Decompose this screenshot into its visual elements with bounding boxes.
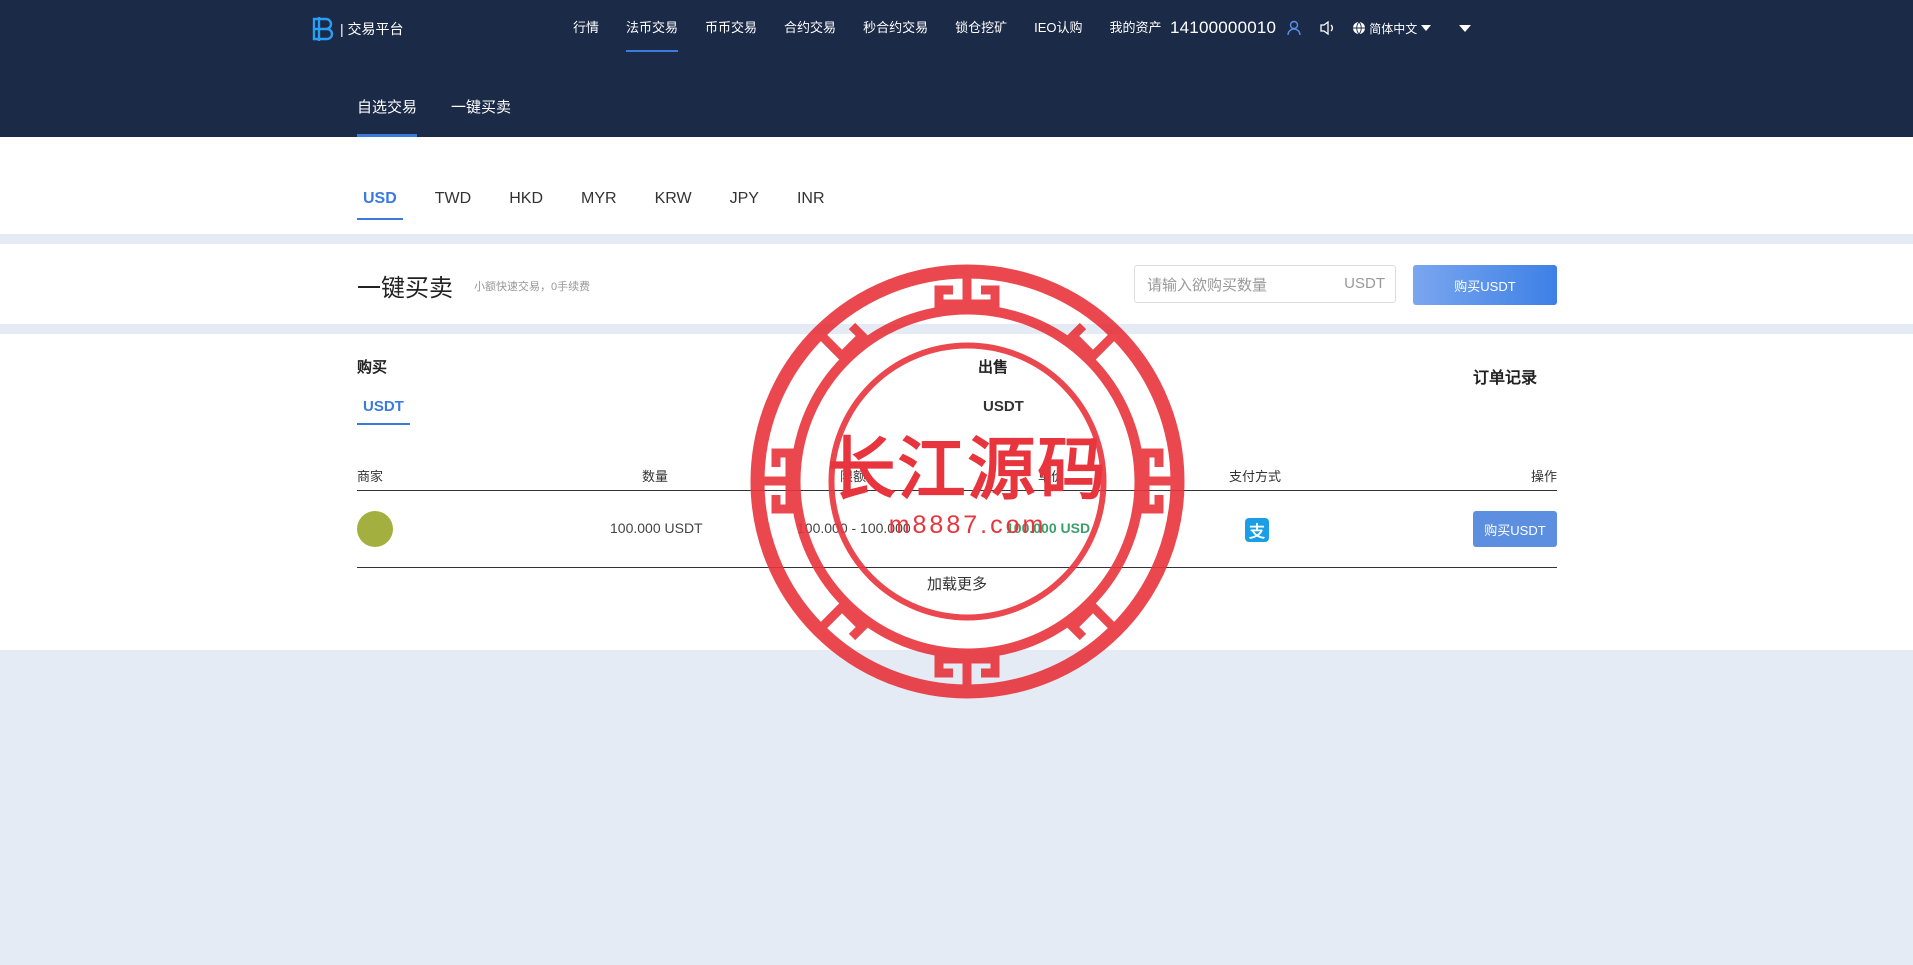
language-label: 简体中文 (1369, 21, 1418, 36)
language-selector[interactable]: 简体中文 (1352, 20, 1432, 37)
nav-ieo[interactable]: IEO认购 (1034, 0, 1082, 52)
main-nav: 行情 法币交易 币币交易 合约交易 秒合约交易 锁仓挖矿 IEO认购 我的资产 (573, 0, 1189, 52)
merchant-avatar[interactable] (357, 511, 393, 547)
col-payment: 支付方式 (1229, 469, 1282, 484)
tab-self-select-trade[interactable]: 自选交易 (357, 96, 418, 137)
quick-amount-input[interactable] (1145, 266, 1339, 304)
currency-tab-jpy[interactable]: JPY (724, 190, 765, 220)
brand-logo[interactable]: | 交易平台 (310, 15, 404, 43)
col-action: 操作 (1530, 469, 1557, 484)
quick-buy-button[interactable]: 购买USDT (1413, 265, 1557, 305)
col-quantity: 数量 (642, 469, 669, 484)
alipay-icon: 支 (1245, 518, 1269, 542)
market-panel: 购买 USDT 出售 USDT 订单记录 商家 数量 限额 单价 支付方式 操作… (0, 334, 1913, 650)
merchant-table: 商家 数量 限额 单价 支付方式 操作 100.000 USDT 100.000… (357, 464, 1557, 593)
account-phone[interactable]: 14100000010 (1170, 18, 1276, 38)
order-records-link[interactable]: 订单记录 (1473, 364, 1537, 388)
sell-heading: 出售 (978, 359, 1009, 376)
nav-contract-trade[interactable]: 合约交易 (784, 0, 836, 52)
menu-dropdown-icon[interactable] (1453, 18, 1473, 38)
nav-lock-mining[interactable]: 锁仓挖矿 (955, 0, 1007, 52)
currency-tab-twd[interactable]: TWD (429, 190, 477, 220)
load-more-link[interactable]: 加载更多 (357, 573, 1557, 594)
chevron-down-icon (1421, 25, 1432, 31)
col-merchant: 商家 (357, 469, 384, 484)
header-right: 14100000010 简体中文 (1170, 0, 1487, 56)
nav-assets[interactable]: 我的资产 (1110, 0, 1162, 52)
sell-coin-tab-usdt[interactable]: USDT (983, 398, 1024, 425)
tab-one-click-trade[interactable]: 一键买卖 (451, 96, 511, 137)
table-row: 100.000 USDT 100.000 - 100.000 100.000 U… (357, 491, 1557, 568)
currency-tab-usd[interactable]: USD (357, 190, 403, 220)
table-header: 商家 数量 限额 单价 支付方式 操作 (357, 464, 1557, 491)
quick-trade-title: 一键买卖 (357, 275, 453, 302)
currency-tab-krw[interactable]: KRW (649, 190, 698, 220)
buy-heading: 购买 (357, 359, 388, 376)
currency-tab-hkd[interactable]: HKD (503, 190, 549, 220)
currency-tab-inr[interactable]: INR (791, 190, 831, 220)
nav-coin-trade[interactable]: 币币交易 (705, 0, 757, 52)
currency-tabs: USD TWD HKD MYR KRW JPY INR (357, 190, 857, 220)
fiat-subnav: 自选交易 一键买卖 (357, 96, 545, 137)
user-icon[interactable] (1284, 18, 1304, 38)
row-price: 100.000 USD (1006, 520, 1091, 536)
col-unit-price: 单价 (1038, 469, 1065, 484)
row-quantity: 100.000 USDT (610, 520, 703, 536)
quick-trade-panel: 一键买卖 小额快速交易，0手续费 USDT 购买USDT (0, 244, 1913, 324)
top-header: | 交易平台 行情 法币交易 币币交易 合约交易 秒合约交易 锁仓挖矿 IEO认… (0, 0, 1913, 137)
quick-amount-field: USDT (1134, 265, 1396, 304)
col-limit: 限额 (840, 469, 867, 484)
nav-market[interactable]: 行情 (573, 0, 599, 52)
row-limit: 100.000 - 100.000 (797, 520, 911, 536)
row-buy-button[interactable]: 购买USDT (1473, 511, 1557, 547)
logo-icon (312, 17, 334, 41)
buy-coin-tab-usdt[interactable]: USDT (357, 398, 410, 425)
quick-trade-subtitle: 小额快速交易，0手续费 (474, 281, 591, 293)
quick-amount-unit: USDT (1344, 275, 1385, 292)
speaker-icon[interactable] (1318, 18, 1338, 38)
currency-tab-myr[interactable]: MYR (575, 190, 623, 220)
nav-fiat-trade[interactable]: 法币交易 (626, 0, 679, 52)
nav-second-contract[interactable]: 秒合约交易 (863, 0, 928, 52)
brand-name: | 交易平台 (340, 21, 404, 37)
globe-icon (1353, 21, 1366, 35)
currency-panel: USD TWD HKD MYR KRW JPY INR (0, 137, 1913, 234)
